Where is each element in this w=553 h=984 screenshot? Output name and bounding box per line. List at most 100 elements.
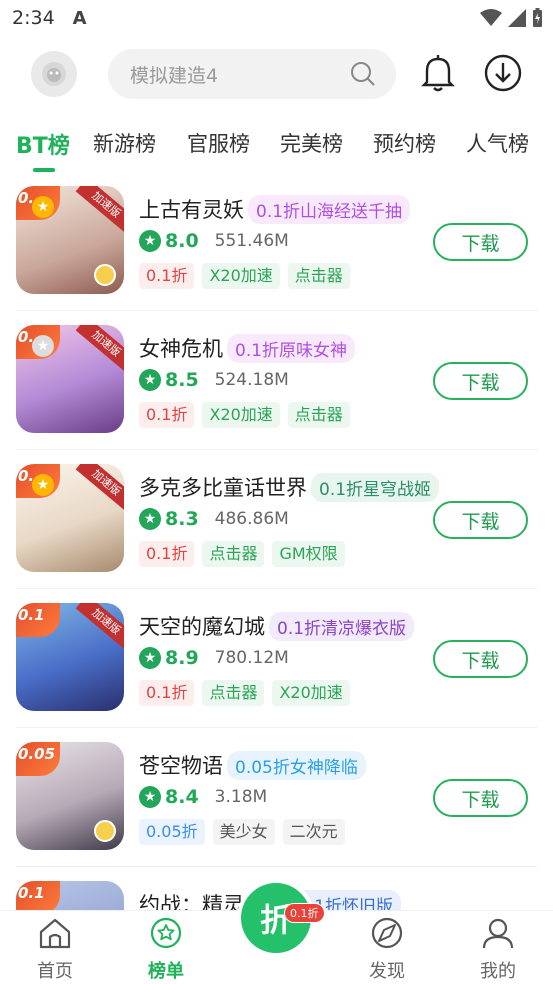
game-size: 780.12M (214, 648, 289, 668)
tag: 点击器 (202, 680, 265, 706)
star-badge-icon: ★ (32, 474, 54, 496)
game-list: 0. ★ 加速版 上古有灵妖 0.1折山海经送千抽 ★ 8.0 551.46M … (0, 172, 553, 910)
tag: 0.1折 (139, 680, 195, 706)
tag: 点击器 (287, 263, 350, 289)
tag: X20加速 (202, 402, 280, 428)
home-icon (39, 918, 71, 949)
rank-tabs: BT榜 新游榜 官服榜 完美榜 预约榜 人气榜 (0, 120, 553, 172)
search-bar[interactable]: 模拟建造4 (108, 49, 396, 99)
tab-popular[interactable]: 人气榜 (466, 128, 529, 158)
tag: 0.1折 (139, 541, 195, 567)
game-thumbnail: 0.1 加速版 (16, 603, 124, 711)
nav-rank-label: 榜单 (148, 961, 184, 982)
nav-discover[interactable]: 发现 (347, 917, 427, 983)
crown-badge-icon (94, 264, 116, 286)
game-thumbnail: 0.05 (16, 742, 124, 850)
game-title: 上古有灵妖 (139, 198, 244, 222)
game-title: 天空的魔幻城 (139, 615, 265, 639)
rating-star-icon: ★ (139, 647, 161, 669)
list-item[interactable]: 0.1 加速版 天空的魔幻城 0.1折清凉爆衣版 ★ 8.9 780.12M 0… (0, 589, 553, 728)
nav-rank[interactable]: 榜单 (126, 917, 206, 983)
promo-label: 0.1折山海经送千抽 (248, 194, 411, 224)
tab-reserve[interactable]: 预约榜 (373, 128, 436, 158)
game-thumbnail: 0. ★ 加速版 (16, 186, 124, 294)
game-size: 486.86M (214, 509, 289, 529)
download-manager-icon[interactable] (484, 54, 522, 92)
rating-star-icon: ★ (139, 786, 161, 808)
tag: 0.05折 (139, 819, 205, 845)
top-bar: 模拟建造4 (0, 46, 553, 104)
list-item[interactable]: 0. ★ 加速版 女神危机 0.1折原味女神 ★ 8.5 524.18M 0.1… (0, 311, 553, 450)
game-title: 女神危机 (139, 337, 223, 361)
user-icon (482, 918, 514, 949)
download-button[interactable]: 下载 (433, 223, 528, 261)
game-score: 8.5 (165, 369, 199, 391)
game-thumbnail: 0. ★ 加速版 (16, 464, 124, 572)
rank-star-icon (150, 917, 182, 949)
promo-label: 0.1折清凉爆衣版 (269, 611, 415, 641)
list-item[interactable]: 0.05 苍空物语 0.05折女神降临 ★ 8.4 3.18M 0.05折 美少… (0, 728, 553, 867)
tag-list: 0.1折 点击器 GM权限 (139, 541, 345, 567)
game-title: 苍空物语 (139, 754, 223, 778)
search-icon[interactable] (350, 61, 376, 87)
tag: X20加速 (272, 680, 350, 706)
star-badge-icon: ★ (32, 196, 54, 218)
rating-star-icon: ★ (139, 230, 161, 252)
center-badge: 0.1折 (284, 903, 325, 923)
nav-discover-label: 发现 (369, 961, 405, 982)
download-button[interactable]: 下载 (433, 779, 528, 817)
tag-list: 0.1折 点击器 X20加速 (139, 680, 350, 706)
speed-ribbon: 加速版 (75, 325, 124, 372)
game-size: 551.46M (214, 231, 289, 251)
tab-perfect[interactable]: 完美榜 (280, 128, 343, 158)
nav-mine[interactable]: 我的 (458, 917, 538, 983)
list-item[interactable]: 0. ★ 加速版 上古有灵妖 0.1折山海经送千抽 ★ 8.0 551.46M … (0, 172, 553, 311)
nav-home[interactable]: 首页 (15, 917, 95, 983)
game-score: 8.4 (165, 786, 199, 808)
app-logo-icon[interactable] (31, 51, 77, 97)
nav-home-label: 首页 (37, 961, 73, 982)
accessibility-icon: A (72, 7, 87, 29)
game-score: 8.3 (165, 508, 199, 530)
game-size: 524.18M (214, 370, 289, 390)
tag: 0.1折 (139, 263, 195, 289)
rating-star-icon: ★ (139, 508, 161, 530)
tag: 二次元 (282, 819, 345, 845)
tag: 点击器 (287, 402, 350, 428)
tab-official[interactable]: 官服榜 (187, 128, 250, 158)
discount-corner: 0.05 (16, 742, 60, 776)
tag-list: 0.1折 X20加速 点击器 (139, 402, 350, 428)
bottom-nav: 首页 榜单 折 0.1折 发现 我的 (0, 883, 553, 984)
discount-corner: 0.1 (16, 603, 60, 637)
tag: X20加速 (202, 263, 280, 289)
compass-icon (371, 917, 403, 949)
tab-bt[interactable]: BT榜 (16, 128, 70, 160)
promo-label: 0.1折原味女神 (227, 333, 356, 363)
tag-list: 0.05折 美少女 二次元 (139, 819, 345, 845)
promo-label: 0.1折星穹战姬 (311, 472, 440, 502)
speed-ribbon: 加速版 (75, 186, 124, 233)
tab-new[interactable]: 新游榜 (93, 128, 156, 158)
crown-badge-icon (94, 820, 116, 842)
list-item[interactable]: 0. ★ 加速版 多克多比童话世界 0.1折星穹战姬 ★ 8.3 486.86M… (0, 450, 553, 589)
tag: 点击器 (202, 541, 265, 567)
game-thumbnail: 0. ★ 加速版 (16, 325, 124, 433)
nav-mine-label: 我的 (480, 961, 516, 982)
tag: 0.1折 (139, 402, 195, 428)
status-bar: 2:34 A (0, 0, 553, 36)
game-score: 8.9 (165, 647, 199, 669)
status-time: 2:34 (12, 7, 55, 29)
download-button[interactable]: 下载 (433, 501, 528, 539)
battery-icon (533, 8, 542, 27)
game-score: 8.0 (165, 230, 199, 252)
download-button[interactable]: 下载 (433, 362, 528, 400)
wifi-icon (480, 9, 502, 26)
download-button[interactable]: 下载 (433, 640, 528, 678)
status-icons (480, 8, 543, 28)
star-badge-icon: ★ (32, 335, 54, 357)
game-thumbnail: 0.1 (16, 881, 124, 910)
game-title: 多克多比童话世界 (139, 476, 307, 500)
speed-ribbon: 加速版 (75, 603, 124, 650)
discount-corner: 0.1 (16, 881, 60, 910)
bell-icon[interactable] (421, 54, 455, 92)
